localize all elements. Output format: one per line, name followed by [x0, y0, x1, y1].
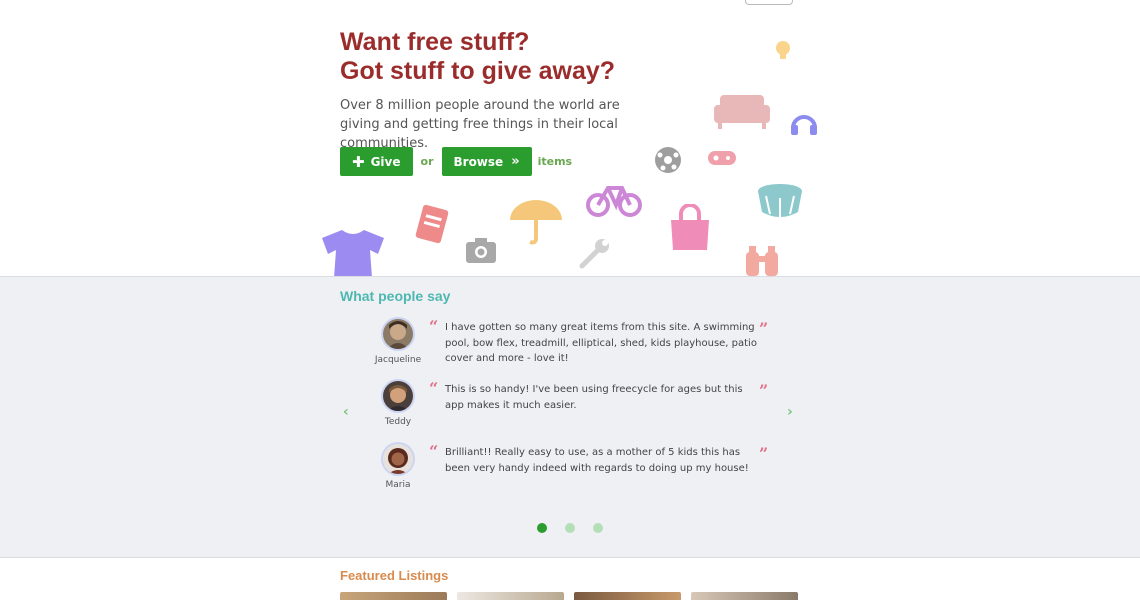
hero-section: Want free stuff? Got stuff to give away?…: [0, 0, 1140, 276]
lightbulb-icon: [776, 41, 790, 59]
headphones-icon: [791, 115, 817, 135]
listing-thumbnail[interactable]: [457, 592, 564, 600]
umbrella-icon: [510, 200, 562, 245]
gamepad-icon: [708, 151, 736, 165]
tshirt-icon: [322, 230, 384, 276]
give-label: Give: [370, 154, 401, 169]
cta-row: ✚ Give or Browse » items: [340, 147, 572, 176]
avatar: [383, 444, 413, 474]
browse-label: Browse: [453, 154, 504, 169]
testimonial-name: Jacqueline: [374, 355, 422, 365]
camera-icon: [466, 238, 496, 263]
testimonial-name: Teddy: [384, 417, 412, 427]
testimonial-item: Maria “ Brilliant!! Really easy to use, …: [375, 444, 775, 494]
give-button[interactable]: ✚ Give: [340, 147, 413, 176]
featured-title: Featured Listings: [340, 568, 449, 583]
open-quote-icon: “: [429, 317, 439, 336]
testimonial-item: Jacqueline “ I have gotten so many great…: [375, 319, 775, 369]
sofa-icon: [714, 95, 770, 129]
testimonial-text: Brilliant!! Really easy to use, as a mot…: [445, 447, 749, 474]
avatar: [383, 381, 413, 411]
or-label: or: [420, 155, 434, 168]
headline-line-2: Got stuff to give away?: [340, 57, 616, 85]
shopping-bag-icon: [671, 204, 709, 250]
carousel-pagination: [537, 523, 603, 533]
soccer-ball-icon: [655, 147, 681, 173]
hero-headline: Want free stuff? Got stuff to give away?: [340, 28, 615, 86]
testimonial-text: I have gotten so many great items from t…: [445, 322, 757, 364]
listing-thumbnail[interactable]: [340, 592, 447, 600]
headline-line-1: Want free stuff?: [340, 28, 530, 56]
hero-subtext: Over 8 million people around the world a…: [340, 98, 620, 151]
open-quote-icon: “: [429, 379, 439, 398]
featured-section: Featured Listings: [0, 558, 1140, 600]
listing-thumbnail[interactable]: [574, 592, 681, 600]
testimonials-title: What people say: [340, 288, 451, 304]
wrench-icon: [579, 239, 609, 269]
open-quote-icon: “: [429, 442, 439, 461]
binoculars-icon: [746, 246, 778, 276]
close-quote-icon: ”: [759, 444, 769, 463]
items-label: items: [537, 155, 573, 168]
browse-button[interactable]: Browse »: [441, 147, 532, 176]
close-quote-icon: ”: [759, 319, 769, 338]
avatar: [383, 319, 413, 349]
carousel-next-arrow[interactable]: ›: [787, 404, 793, 420]
double-chevron-right-icon: »: [511, 154, 520, 169]
pagination-dot[interactable]: [537, 523, 547, 533]
header-button[interactable]: [745, 0, 793, 5]
testimonial-item: Teddy “ This is so handy! I've been usin…: [375, 381, 775, 431]
listing-thumbnail[interactable]: [691, 592, 798, 600]
pagination-dot[interactable]: [593, 523, 603, 533]
drum-icon: [758, 184, 802, 217]
carousel-prev-arrow[interactable]: ‹: [343, 404, 349, 420]
close-quote-icon: ”: [759, 381, 769, 400]
bicycle-icon: [586, 186, 642, 217]
plus-icon: ✚: [352, 152, 365, 171]
testimonials-section: What people say ‹ › Jacqueline “ I have …: [0, 276, 1140, 558]
testimonial-text: This is so handy! I've been using freecy…: [445, 384, 743, 411]
book-icon: [415, 204, 449, 244]
testimonial-name: Maria: [385, 480, 411, 490]
pagination-dot[interactable]: [565, 523, 575, 533]
